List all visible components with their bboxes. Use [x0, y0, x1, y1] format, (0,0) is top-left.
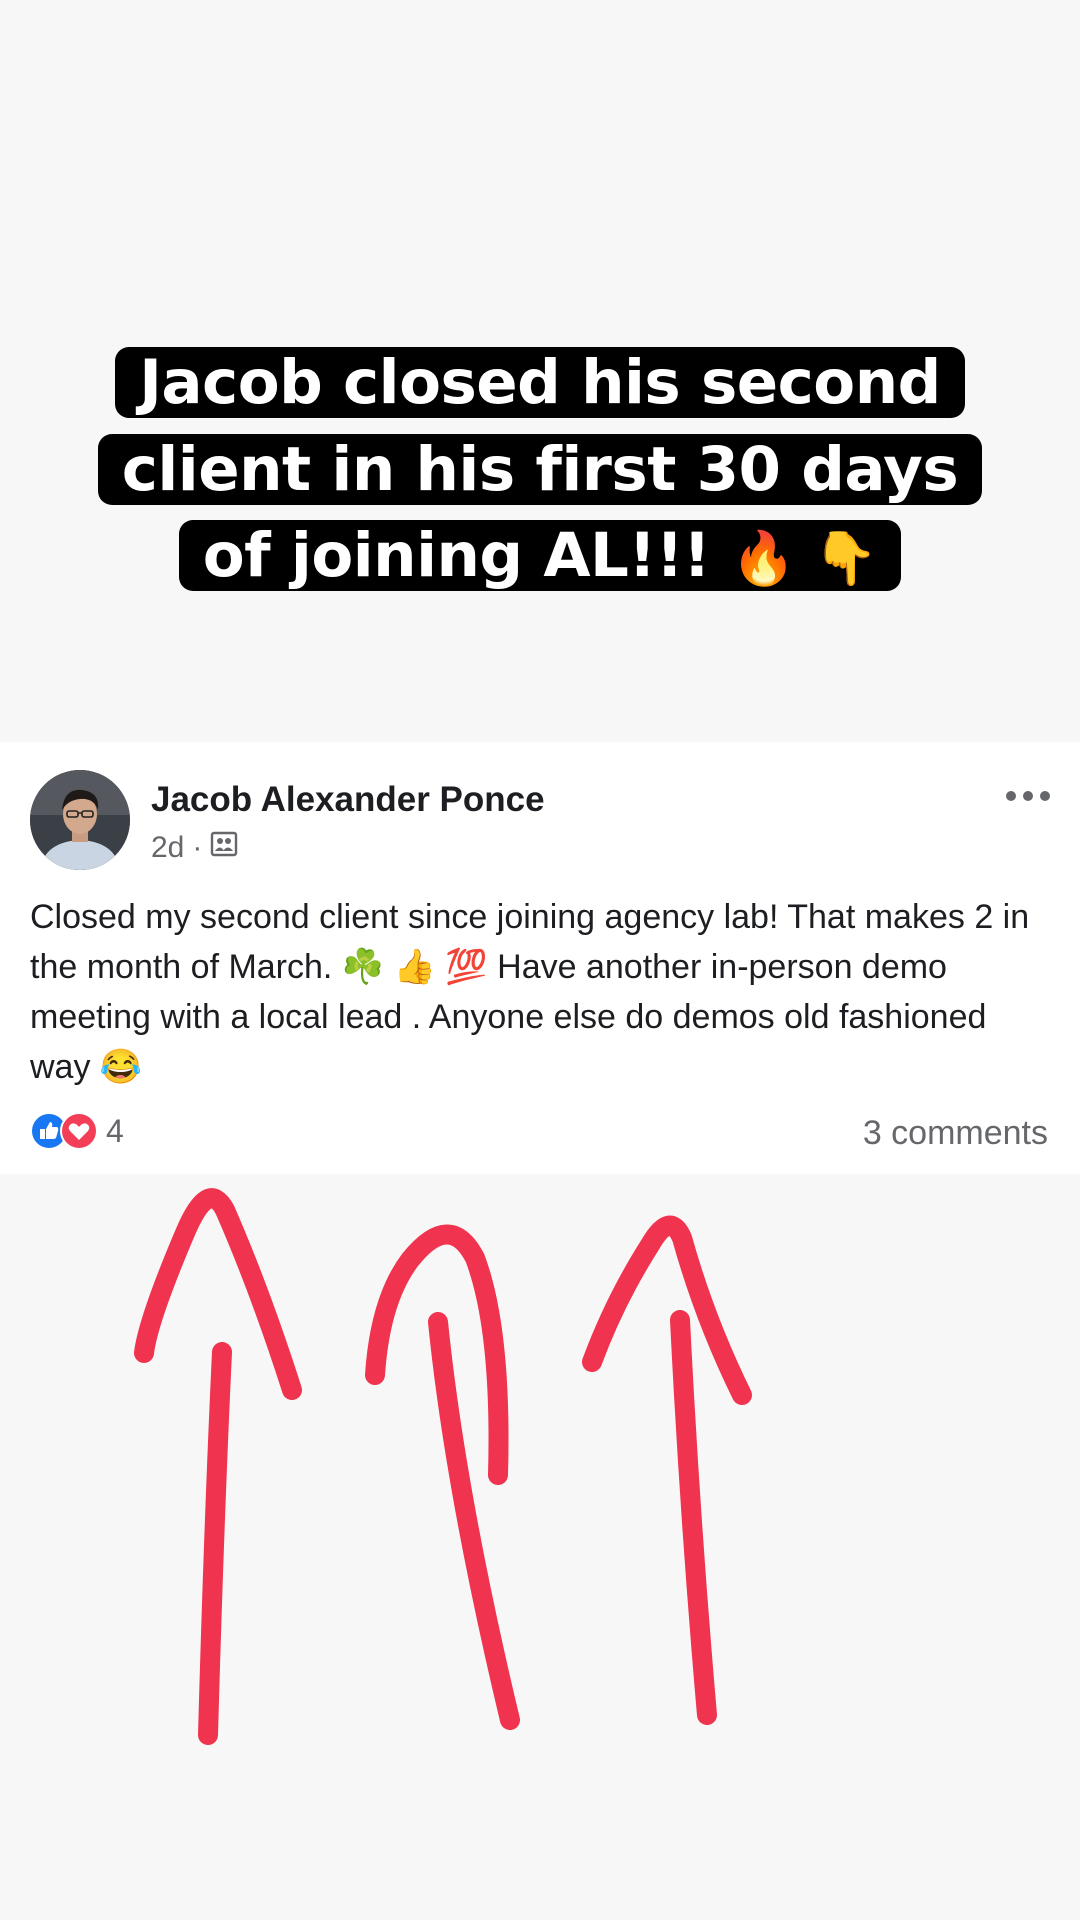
more-dot-icon [1040, 791, 1050, 801]
facebook-post-card: Jacob Alexander Ponce 2d · Closed my sec… [0, 742, 1080, 1174]
reaction-count: 4 [106, 1112, 124, 1149]
hand-drawn-arrows [134, 1188, 752, 1745]
reaction-summary[interactable]: 4 [30, 1112, 124, 1150]
more-dot-icon [1023, 791, 1033, 801]
avatar-photo [30, 770, 130, 870]
avatar[interactable] [30, 770, 130, 870]
headline-line-3: of joining AL!!! [202, 520, 711, 592]
post-body-text: Closed my second client since joining ag… [30, 898, 1030, 1086]
arrow-left [134, 1188, 302, 1745]
arrow-right [582, 1215, 752, 1725]
meta-separator: · [192, 831, 203, 864]
headline-line-1: Jacob closed his second [139, 347, 941, 418]
story-headline: Jacob closed his second client in his fir… [0, 340, 1080, 600]
love-reaction-icon [60, 1112, 98, 1150]
more-dot-icon [1006, 791, 1016, 801]
more-options-button[interactable] [1006, 786, 1050, 806]
group-icon [210, 830, 238, 866]
post-meta: 2d · [151, 830, 238, 866]
headline-text-box: Jacob closed his second client in his fir… [97, 347, 983, 592]
comments-link[interactable]: 3 comments [863, 1114, 1048, 1153]
author-name[interactable]: Jacob Alexander Ponce [151, 780, 545, 820]
post-timestamp[interactable]: 2d [151, 831, 184, 865]
headline-line-2: client in his first 30 days [121, 433, 959, 505]
arrow-middle [365, 1224, 520, 1730]
fire-pointing-down-emojis: 🔥 👇 [731, 529, 878, 590]
reaction-icons [30, 1112, 98, 1150]
